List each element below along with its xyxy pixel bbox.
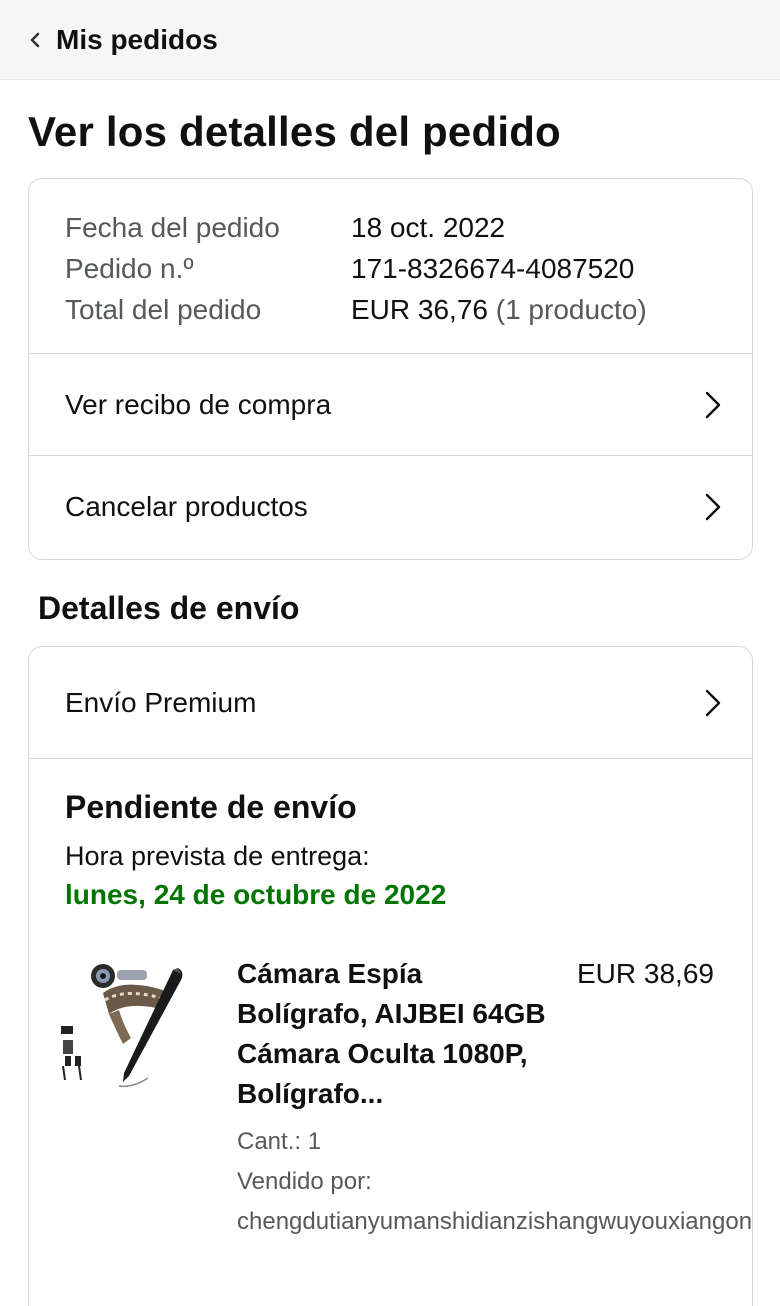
order-number-value: 171-8326674-4087520 — [351, 253, 635, 284]
order-date-value: 18 oct. 2022 — [351, 212, 506, 243]
order-date-label: Fecha del pedido — [65, 212, 280, 243]
top-bar: Mis pedidos — [0, 0, 780, 80]
shipping-method-label: Envío Premium — [65, 686, 257, 718]
product-title-link[interactable]: Cámara Espía Bolígrafo, AIJBEI 64GB Cáma… — [237, 954, 547, 1114]
chevron-right-icon — [702, 491, 724, 523]
shipment-status-title: Pendiente de envío — [65, 789, 357, 825]
order-total-value: EUR 36,76 (1 producto) — [351, 289, 647, 330]
shipping-card: Envío Premium Pendiente de envío Hora pr… — [28, 646, 753, 1306]
shipping-method-link[interactable]: Envío Premium — [29, 647, 752, 759]
cancel-products-label: Cancelar productos — [65, 491, 308, 522]
sold-by-label: Vendido por: — [237, 1168, 372, 1195]
back-to-orders-link[interactable]: Mis pedidos — [26, 24, 218, 56]
order-number-label: Pedido n.º — [65, 253, 194, 284]
order-total-row: Total del pedido EUR 36,76 (1 producto) — [65, 289, 716, 330]
chevron-right-icon — [702, 389, 724, 421]
order-total-amount: EUR 36,76 — [351, 294, 488, 325]
product-image[interactable] — [53, 948, 203, 1098]
shipment-status: Pendiente de envío Hora prevista de entr… — [29, 759, 752, 916]
order-total-label: Total del pedido — [65, 294, 262, 325]
chevron-left-icon — [30, 32, 40, 47]
order-summary-card: Fecha del pedido 18 oct. 2022 Pedido n.º… — [28, 178, 753, 560]
product-quantity: Cant.: 1 — [237, 1128, 322, 1155]
chevron-right-icon — [702, 687, 724, 719]
page-title: Ver los detalles del pedido — [28, 108, 561, 155]
eta-date: lunes, 24 de octubre de 2022 — [65, 879, 447, 910]
view-receipt-label: Ver recibo de compra — [65, 388, 332, 420]
product-item: Cámara Espía Bolígrafo, AIJBEI 64GB Cáma… — [29, 916, 752, 1256]
cancel-products-link[interactable]: Cancelar productos — [29, 456, 752, 558]
order-date-row: Fecha del pedido 18 oct. 2022 — [65, 207, 716, 248]
order-total-items: (1 producto) — [495, 294, 647, 325]
order-number-row: Pedido n.º 171-8326674-4087520 — [65, 248, 716, 289]
product-price: EUR 38,69 — [577, 958, 714, 989]
shipping-section-title: Detalles de envío — [38, 590, 300, 626]
seller-name: chengdutianyumanshidianzishangwuyouxiang… — [237, 1208, 753, 1235]
back-label: Mis pedidos — [56, 23, 218, 55]
order-info: Fecha del pedido 18 oct. 2022 Pedido n.º… — [29, 179, 752, 354]
view-receipt-link[interactable]: Ver recibo de compra — [29, 354, 752, 456]
eta-label: Hora prevista de entrega: — [65, 841, 370, 871]
